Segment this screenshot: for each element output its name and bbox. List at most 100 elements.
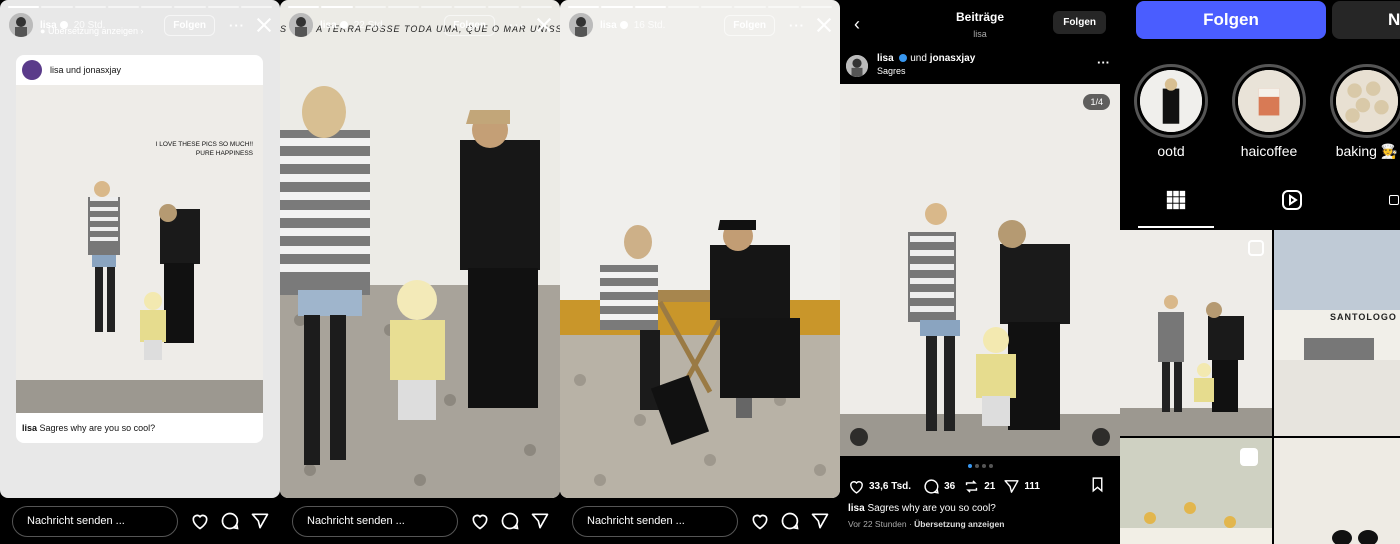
translate-link[interactable]: Übersetzung anzeigen — [914, 519, 1004, 529]
grid-item[interactable] — [1274, 438, 1400, 544]
card-caption: lisa Sagres why are you so cool? — [22, 423, 156, 433]
follow-button[interactable]: Folgen — [164, 14, 215, 36]
comment-button[interactable]: 36 — [923, 478, 955, 495]
story-time: 22 Std. — [353, 19, 386, 31]
slide-counter: 1/4 — [1083, 94, 1110, 110]
follow-button[interactable]: Folgen — [724, 14, 775, 36]
story-reply-bar: Nachricht senden ... — [560, 498, 840, 544]
more-icon[interactable]: ··· — [1097, 55, 1110, 70]
avatar — [22, 60, 42, 80]
highlight-label: haicoffee — [1240, 143, 1298, 159]
story-panel-1: lisa 20 Std. Folgen ··· ● Übersetzung an… — [0, 0, 280, 544]
story-screen[interactable]: lisa 16 Std. Folgen ··· — [560, 0, 840, 498]
story-progress — [288, 6, 552, 8]
post-grid: SANTOLOGO — [1120, 230, 1400, 544]
highlight-baking[interactable]: baking 🧑‍🍳 — [1330, 64, 1400, 160]
more-icon[interactable]: ··· — [789, 18, 805, 33]
grid-item[interactable] — [1120, 438, 1272, 544]
send-icon[interactable] — [810, 511, 830, 531]
comment-icon[interactable] — [220, 511, 240, 531]
heart-icon[interactable] — [750, 511, 770, 531]
bookmark-icon[interactable] — [1089, 476, 1110, 496]
post-caption: lisa Sagres why are you so cool? — [848, 503, 996, 514]
highlight-thumbnail — [1238, 70, 1300, 132]
message-button[interactable]: N — [1332, 1, 1400, 39]
post-location[interactable]: Sagres — [877, 66, 906, 76]
heart-icon[interactable] — [470, 511, 490, 531]
post-panel: ‹ Beiträge lisa Folgen lisa und jonasxja… — [840, 0, 1120, 544]
comment-icon[interactable] — [500, 511, 520, 531]
tab-reels[interactable] — [1254, 172, 1330, 228]
post-meta: Vor 22 Stunden · Übersetzung anzeigen — [848, 519, 1005, 529]
mute-icon[interactable] — [1092, 428, 1110, 446]
comment-icon[interactable] — [780, 511, 800, 531]
story-photo — [560, 0, 840, 498]
story-username[interactable]: lisa — [320, 20, 337, 31]
verified-icon — [619, 21, 628, 29]
card-authors: lisa und jonasxjay — [50, 65, 122, 75]
avatar[interactable] — [569, 13, 593, 37]
tab-grid[interactable] — [1138, 172, 1214, 228]
story-progress — [8, 6, 272, 8]
story-panel-3: lisa 16 Std. Folgen ··· Nachricht senden… — [560, 0, 840, 544]
story-reply-bar: Nachricht senden ... — [0, 498, 280, 544]
tagged-people-icon[interactable] — [850, 428, 868, 446]
tab-tagged[interactable] — [1388, 172, 1400, 228]
heart-icon[interactable] — [190, 511, 210, 531]
story-progress — [568, 6, 832, 8]
post-authors[interactable]: lisa und jonasxjay — [877, 53, 975, 64]
story-panel-2: S QUE A TERRA FOSSE TODA UMA, QUE O MAR … — [280, 0, 560, 544]
highlight-thumbnail — [1336, 70, 1398, 132]
grid-icon — [1166, 190, 1186, 210]
more-icon[interactable]: ··· — [509, 18, 525, 33]
story-time: 16 Std. — [633, 19, 666, 31]
profile-tabs — [1120, 172, 1400, 230]
avatar[interactable] — [289, 13, 313, 37]
profile-panel: Folgen N ootd haicoffee baking 🧑‍🍳 SANTO… — [1120, 0, 1400, 544]
highlight-thumbnail — [1140, 70, 1202, 132]
message-input[interactable]: Nachricht senden ... — [12, 505, 178, 537]
highlight-label: baking 🧑‍🍳 — [1335, 143, 1399, 159]
post-actions: 33,6 Tsd. 36 21 111 — [840, 474, 1120, 498]
story-header: lisa 16 Std. Folgen ··· — [569, 12, 831, 38]
repost-button[interactable]: 21 — [963, 478, 995, 495]
active-tab-indicator — [1138, 226, 1214, 228]
post-topbar: ‹ Beiträge lisa Folgen — [840, 0, 1120, 46]
follow-button[interactable]: Folgen — [1053, 11, 1106, 34]
story-reply-bar: Nachricht senden ... — [280, 498, 560, 544]
grid-item[interactable]: SANTOLOGO — [1274, 230, 1400, 436]
avatar[interactable] — [846, 55, 868, 77]
reels-icon — [1282, 190, 1302, 210]
translate-link[interactable]: ● Übersetzung anzeigen › — [40, 26, 144, 36]
story-screen[interactable]: lisa 20 Std. Folgen ··· ● Übersetzung an… — [0, 0, 280, 498]
send-icon[interactable] — [250, 511, 270, 531]
story-photo — [280, 0, 560, 498]
close-icon[interactable] — [817, 18, 831, 32]
highlight-ootd[interactable]: ootd — [1134, 64, 1208, 159]
avatar[interactable] — [9, 13, 33, 37]
grid-item[interactable] — [1120, 230, 1272, 436]
story-username[interactable]: lisa — [600, 20, 617, 31]
close-icon[interactable] — [537, 18, 551, 32]
close-icon[interactable] — [257, 18, 271, 32]
message-input[interactable]: Nachricht senden ... — [292, 505, 458, 537]
story-screen[interactable]: S QUE A TERRA FOSSE TODA UMA, QUE O MAR … — [280, 0, 560, 498]
share-button[interactable]: 111 — [1003, 478, 1040, 495]
reel-icon — [1240, 448, 1258, 466]
send-icon[interactable] — [530, 511, 550, 531]
overlay-text: PURE HAPPINESS — [195, 150, 253, 157]
follow-button[interactable]: Folgen — [1136, 1, 1326, 39]
highlight-haicoffee[interactable]: haicoffee — [1232, 64, 1306, 159]
highlight-label: ootd — [1157, 143, 1185, 159]
follow-button[interactable]: Folgen — [444, 14, 495, 36]
like-button[interactable]: 33,6 Tsd. — [848, 478, 911, 495]
verified-icon — [899, 54, 908, 63]
story-header: lisa 22 Std. Folgen ··· — [289, 12, 551, 38]
more-icon[interactable]: ··· — [229, 18, 245, 33]
message-input[interactable]: Nachricht senden ... — [572, 505, 738, 537]
card-header: lisa und jonasxjay — [16, 55, 263, 85]
shared-post-card[interactable]: lisa und jonasxjay I LOVE THESE PICS SO … — [16, 55, 263, 443]
post-header: lisa und jonasxjay Sagres ··· — [840, 46, 1120, 84]
post-photo[interactable]: 1/4 — [840, 84, 1120, 456]
overlay-text: I LOVE THESE PICS SO MUCH!! — [155, 141, 253, 148]
